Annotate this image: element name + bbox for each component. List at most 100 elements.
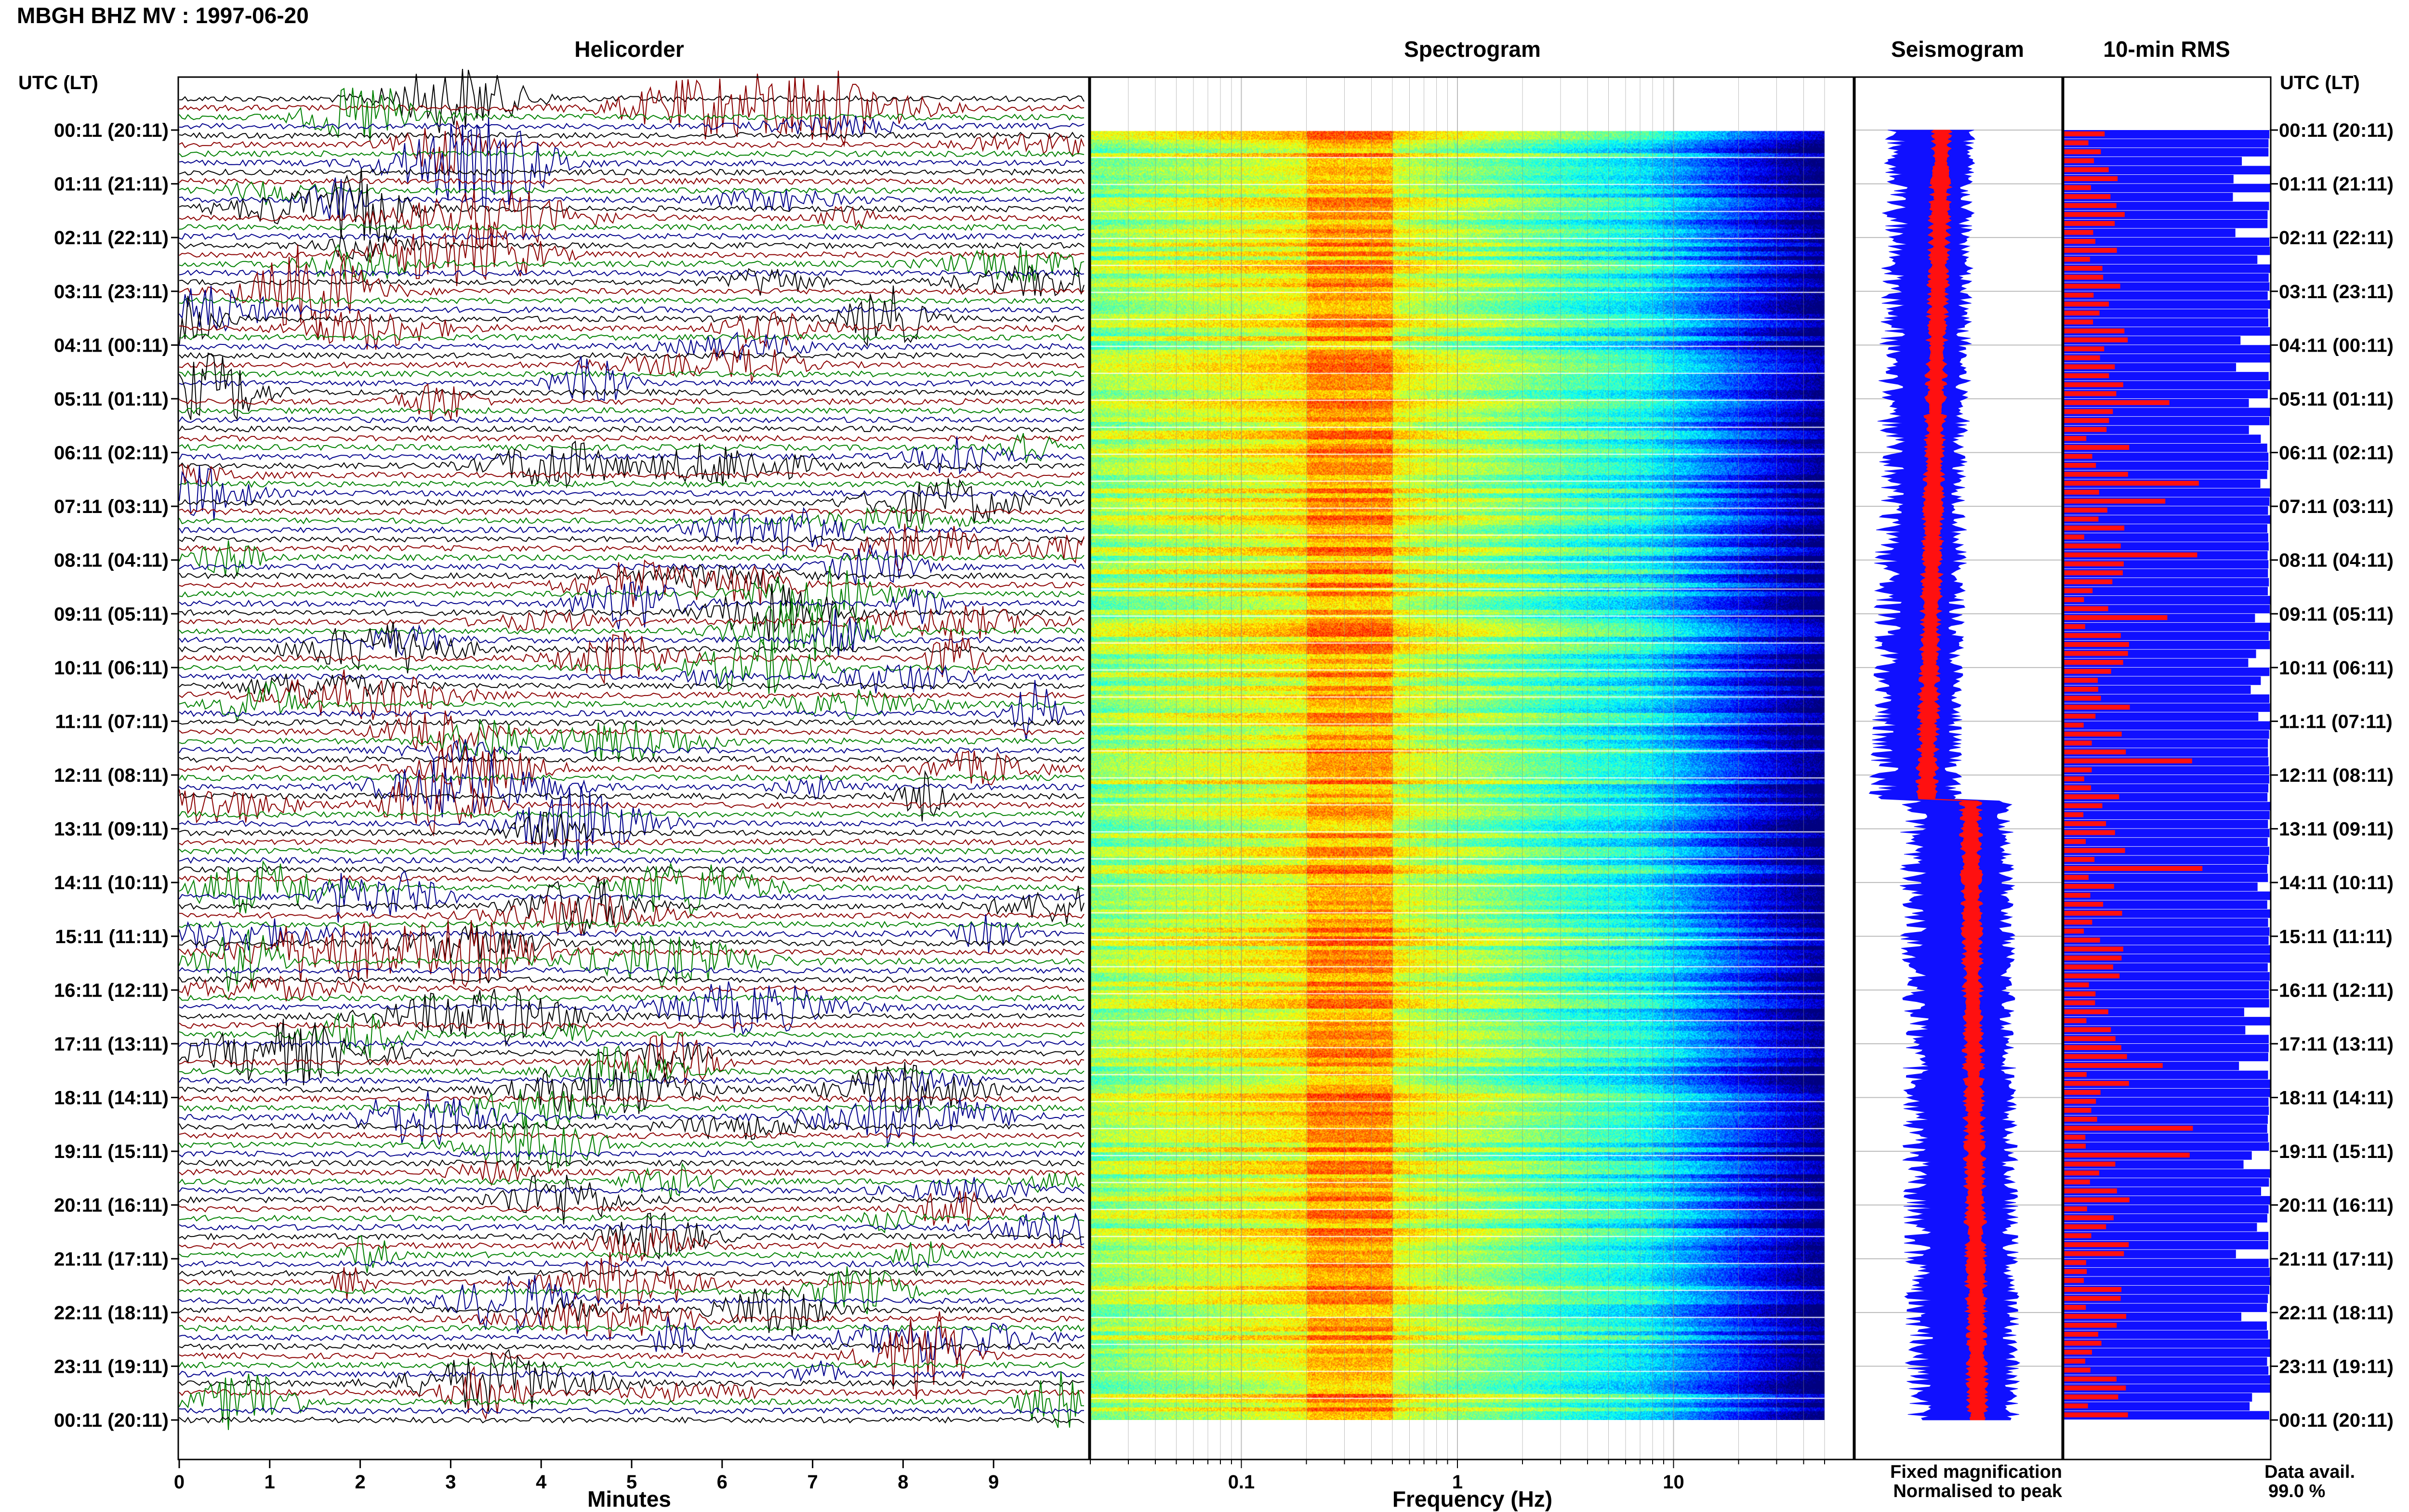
rms-bar-normalised <box>2064 893 2091 898</box>
time-label-left: 07:11 (03:11) <box>54 496 169 517</box>
time-label-right: 02:11 (22:11) <box>2279 227 2394 249</box>
rms-bar-normalised <box>2064 651 2128 656</box>
rms-bar-fixed <box>2064 1106 2269 1115</box>
rms-bar-normalised <box>2064 427 2107 432</box>
rms-bar-normalised <box>2064 660 2123 665</box>
time-label-left: 03:11 (23:11) <box>54 281 169 302</box>
rms-bar-normalised <box>2064 964 2113 970</box>
rms-bar-fixed <box>2064 891 2271 900</box>
rms-bar-normalised <box>2064 1403 2088 1408</box>
time-label-right: 15:11 (11:11) <box>2279 926 2393 947</box>
rms-bar-normalised <box>2064 238 2095 244</box>
rms-bar-normalised <box>2064 158 2094 163</box>
rms-bar-normalised <box>2064 740 2092 746</box>
rms-bar-fixed <box>2064 721 2271 730</box>
seismogram-title: Seismogram <box>1891 37 2024 62</box>
legend-normalised-to-peak: Normalised to peak <box>1893 1481 2062 1501</box>
time-label-right: 00:11 (20:11) <box>2279 1410 2394 1431</box>
rms-bar-normalised <box>2064 830 2115 835</box>
time-label-right: 22:11 (18:11) <box>2279 1302 2394 1324</box>
rms-bar-normalised <box>2064 947 2123 952</box>
time-label-left: 21:11 (17:11) <box>54 1249 169 1270</box>
rms-bar-normalised <box>2064 875 2089 880</box>
time-label-left: 22:11 (18:11) <box>54 1302 169 1324</box>
rms-bar-normalised <box>2064 283 2120 289</box>
rms-bar-fixed <box>2064 1402 2250 1411</box>
rms-bar-fixed <box>2064 1178 2269 1187</box>
rms-bar-normalised <box>2064 400 2170 405</box>
rms-bar-fixed <box>2064 927 2270 936</box>
minutes-tick-label: 7 <box>807 1472 818 1493</box>
data-availability-label: Data avail. <box>2264 1462 2355 1482</box>
rms-bar-normalised <box>2064 257 2090 262</box>
time-label-right: 07:11 (03:11) <box>2279 496 2394 517</box>
rms-bar-normalised <box>2064 1188 2117 1194</box>
rms-bar-fixed <box>2064 1205 2269 1214</box>
rms-bar-normalised <box>2064 579 2113 584</box>
time-label-right: 21:11 (17:11) <box>2279 1249 2394 1270</box>
rms-bar-normalised <box>2064 803 2103 808</box>
time-label-left: 18:11 (14:11) <box>54 1088 169 1109</box>
rms-bar-normalised <box>2064 713 2096 719</box>
spectrogram-title: Spectrogram <box>1404 37 1541 62</box>
rms-panel <box>2063 76 2272 1460</box>
rms-bar-normalised <box>2064 839 2086 844</box>
rms-bar-fixed <box>2064 291 2268 300</box>
time-label-right: 08:11 (04:11) <box>2279 550 2394 571</box>
rms-bar-fixed <box>2064 139 2269 148</box>
rms-bar-normalised <box>2064 1331 2098 1337</box>
rms-bar-normalised <box>2064 203 2117 208</box>
time-label-right: 23:11 (19:11) <box>2279 1356 2394 1377</box>
rms-bar-normalised <box>2064 633 2121 638</box>
rms-bar-fixed <box>2064 1357 2267 1366</box>
rms-bar-normalised <box>2064 454 2092 459</box>
time-label-right: 10:11 (06:11) <box>2279 657 2394 679</box>
rms-bar-normalised <box>2064 248 2117 253</box>
minutes-tick-label: 6 <box>717 1472 728 1493</box>
rms-bar-normalised <box>2064 310 2100 316</box>
minutes-tick-label: 8 <box>898 1472 908 1493</box>
seismogram-panel <box>1854 76 2063 1460</box>
time-label-left: 19:11 (15:11) <box>54 1141 169 1162</box>
rms-bar-normalised <box>2064 1179 2090 1184</box>
rms-bar-normalised <box>2064 705 2130 710</box>
rms-bar-normalised <box>2064 1412 2128 1418</box>
rms-bar-normalised <box>2064 382 2123 387</box>
rms-bar-normalised <box>2064 776 2084 782</box>
rms-bar-fixed <box>2064 1276 2270 1286</box>
rms-bar-normalised <box>2064 758 2192 763</box>
time-label-left: 04:11 (00:11) <box>54 335 169 356</box>
rms-bar-fixed <box>2064 739 2268 748</box>
rms-bar-fixed <box>2064 255 2258 264</box>
time-label-left: 00:11 (20:11) <box>54 1410 169 1431</box>
time-label-left: 06:11 (02:11) <box>54 443 169 464</box>
time-label-right: 04:11 (00:11) <box>2279 335 2394 356</box>
rms-bar-fixed <box>2064 452 2269 461</box>
rms-bar-normalised <box>2064 982 2089 987</box>
rms-bar-normalised <box>2064 1358 2085 1364</box>
rms-bar-normalised <box>2064 1251 2124 1256</box>
rms-bar-normalised <box>2064 489 2099 495</box>
rms-bar-normalised <box>2064 1117 2097 1122</box>
utc-header-right: UTC (LT) <box>2280 72 2360 93</box>
rms-bar-normalised <box>2064 1126 2193 1131</box>
rms-bar-fixed <box>2064 184 2271 193</box>
rms-bar-normalised <box>2064 937 2100 943</box>
rms-bar-normalised <box>2064 991 2096 997</box>
rms-bar-fixed <box>2064 1366 2269 1375</box>
rms-bar-normalised <box>2064 552 2197 558</box>
frequency-tick-label: 10 <box>1663 1472 1684 1493</box>
rms-bar-normalised <box>2064 1296 2121 1301</box>
rms-bar-fixed <box>2064 1142 2269 1151</box>
rms-bar-normalised <box>2064 615 2168 620</box>
rms-bar-normalised <box>2064 1134 2086 1140</box>
minutes-axis-label: Minutes <box>587 1486 671 1512</box>
rms-bar-normalised <box>2064 1090 2101 1095</box>
rms-bar-normalised <box>2064 1350 2092 1355</box>
rms-bar-normalised <box>2064 167 2109 172</box>
time-label-right: 17:11 (13:11) <box>2279 1034 2394 1055</box>
rms-bar-normalised <box>2064 910 2122 916</box>
rms-bar-normalised <box>2064 883 2114 889</box>
rms-bar-fixed <box>2064 1133 2268 1142</box>
rms-bar-normalised <box>2064 1394 2118 1400</box>
